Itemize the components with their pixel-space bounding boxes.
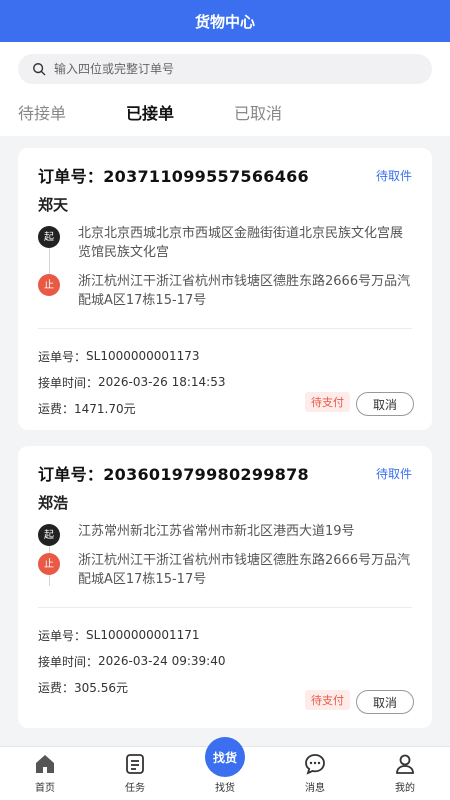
route: 起 江苏常州新北江苏省常州市新北区港西大道19号 止 浙江杭州江干浙江省杭州市钱… xyxy=(38,522,412,589)
nav-home[interactable]: 首页 xyxy=(0,747,90,800)
delivery-address: 止 浙江杭州江干浙江省杭州市钱塘区德胜东路2666号万品汽配城A区17栋15-1… xyxy=(38,551,412,589)
end-marker-icon: 止 xyxy=(38,553,60,575)
order-list[interactable]: 订单号：203711099557566466 待取件 郑天 起 北京北京西城北京… xyxy=(0,136,450,746)
end-marker-icon: 止 xyxy=(38,274,60,296)
search-icon xyxy=(33,63,46,76)
cancel-button[interactable]: 取消 xyxy=(356,690,414,714)
home-icon xyxy=(36,755,54,773)
order-card[interactable]: 订单号：203711099557566466 待取件 郑天 起 北京北京西城北京… xyxy=(18,148,432,430)
search-input[interactable] xyxy=(54,62,394,76)
task-icon xyxy=(126,754,144,774)
nav-tasks[interactable]: 任务 xyxy=(90,747,180,800)
find-goods-button[interactable]: 找货 xyxy=(205,737,245,777)
search-box[interactable] xyxy=(18,54,432,84)
order-card[interactable]: 订单号：203601979980299878 待取件 郑浩 起 江苏常州新北江苏… xyxy=(18,446,432,728)
start-marker-icon: 起 xyxy=(38,226,60,248)
message-icon xyxy=(305,754,325,775)
divider xyxy=(38,607,412,608)
waybill-number: 运单号： SL1000000001171 xyxy=(38,628,200,643)
payment-status-badge: 待支付 xyxy=(305,392,350,412)
nav-messages[interactable]: 消息 xyxy=(270,747,360,800)
payment-status-badge: 待支付 xyxy=(305,690,350,710)
route: 起 北京北京西城北京市西城区金融街街道北京民族文化宫展览馆民族文化宫 止 浙江杭… xyxy=(38,224,412,310)
nav-find-goods[interactable]: 找货 找货 xyxy=(180,737,270,800)
divider xyxy=(38,328,412,329)
start-marker-icon: 起 xyxy=(38,524,60,546)
bottom-nav: 首页 任务 找货 找货 消息 我的 xyxy=(0,737,450,800)
customer-name: 郑浩 xyxy=(38,494,69,512)
tab-cancelled[interactable]: 已取消 xyxy=(234,96,342,136)
accept-time: 接单时间： 2026-03-26 18:14:53 xyxy=(38,375,226,390)
delivery-address: 止 浙江杭州江干浙江省杭州市钱塘区德胜东路2666号万品汽配城A区17栋15-1… xyxy=(38,272,412,310)
waybill-number: 运单号： SL1000000001173 xyxy=(38,349,200,364)
nav-profile[interactable]: 我的 xyxy=(360,747,450,800)
pickup-address: 起 江苏常州新北江苏省常州市新北区港西大道19号 xyxy=(38,522,412,546)
order-number: 订单号：203711099557566466 xyxy=(38,167,309,186)
order-tabs: 待接单 已接单 已取消 xyxy=(0,96,450,136)
order-status: 待取件 xyxy=(375,168,412,183)
pickup-address: 起 北京北京西城北京市西城区金融街街道北京民族文化宫展览馆民族文化宫 xyxy=(38,224,412,262)
cancel-button[interactable]: 取消 xyxy=(356,392,414,416)
tab-pending[interactable]: 待接单 xyxy=(18,96,126,136)
order-status: 待取件 xyxy=(375,466,412,481)
search-bar xyxy=(0,42,450,96)
accept-time: 接单时间： 2026-03-24 09:39:40 xyxy=(38,654,226,669)
app-header: 货物中心 xyxy=(0,0,450,42)
freight-fee: 运费： 305.56元 xyxy=(38,680,129,695)
page-title: 货物中心 xyxy=(194,12,255,31)
user-icon xyxy=(396,754,414,774)
tab-accepted[interactable]: 已接单 xyxy=(126,96,234,136)
customer-name: 郑天 xyxy=(38,196,69,214)
order-number: 订单号：203601979980299878 xyxy=(38,465,309,484)
